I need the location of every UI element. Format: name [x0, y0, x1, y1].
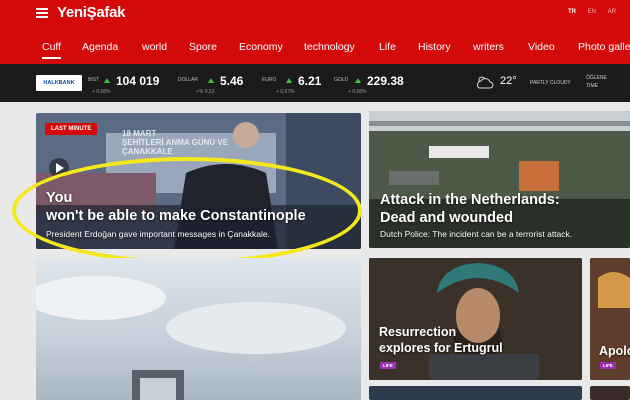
main-nav: Cuff Agenda world Spore Economy technolo…	[0, 28, 630, 64]
site-logo[interactable]: YeniŞafak	[57, 4, 125, 21]
nav-item-photo-gallery[interactable]: Photo galle	[578, 41, 630, 53]
up-arrow-icon	[208, 78, 214, 83]
ticker-value: 6.21	[298, 74, 322, 88]
netherlands-title: Attack in the Netherlands: Dead and woun…	[380, 192, 560, 226]
ticker-change: + 0,67%	[276, 89, 295, 95]
lang-tr[interactable]: TR	[568, 9, 576, 15]
ticker-label: EURO	[262, 77, 277, 83]
nav-item-life[interactable]: Life	[379, 41, 396, 53]
netherlands-photo	[369, 111, 630, 248]
prayer-time-label: ÖĞLENE	[586, 75, 607, 81]
highlight-annotation	[12, 157, 362, 264]
ticker-label: BIST	[88, 77, 100, 83]
ticker-value: 104 019	[116, 74, 160, 88]
netherlands-subtitle: Dutch Police: The incident can be a terr…	[380, 229, 573, 239]
nav-item-economy[interactable]: Economy	[239, 41, 283, 53]
nav-item-agenda[interactable]: Agenda	[82, 41, 118, 53]
news-card-next[interactable]	[369, 386, 582, 400]
nav-item-world[interactable]: world	[142, 41, 167, 53]
partly-cloudy-icon	[477, 76, 494, 89]
nav-item-technology[interactable]: technology	[304, 41, 355, 53]
life-badge: LIFE	[600, 362, 616, 369]
language-switcher: TR EN AR	[558, 9, 616, 15]
ticker-change: +% 0,53	[196, 89, 215, 95]
last-minute-badge: LAST MINUTE	[45, 123, 98, 135]
ticker-value: 5.46	[220, 74, 244, 88]
ticker-change: + 0,68%	[348, 89, 367, 95]
prayer-time-sub: TIME	[586, 83, 598, 89]
ticker-label: GOLD	[334, 77, 349, 83]
news-card-next-2[interactable]	[590, 386, 630, 400]
nav-item-video[interactable]: Video	[528, 41, 555, 53]
nav-item-spore[interactable]: Spore	[189, 41, 217, 53]
news-card-netherlands[interactable]: Attack in the Netherlands: Dead and woun…	[369, 111, 630, 248]
nav-item-history[interactable]: History	[418, 41, 451, 53]
prayer-time[interactable]: ÖĞLENE TIME	[586, 74, 607, 90]
news-card-apolo[interactable]: Apolo LIFE	[590, 258, 630, 380]
news-card-monument[interactable]	[36, 258, 361, 400]
news-card-resurrection[interactable]: Resurrection explores for Ertugrul LIFE	[369, 258, 582, 380]
up-arrow-icon	[286, 78, 292, 83]
top-bar: YeniŞafak TR EN AR	[0, 0, 630, 28]
halkbank-logo[interactable]: HALKBANK	[36, 75, 82, 91]
resurrection-photo	[369, 258, 582, 380]
lang-ar[interactable]: AR	[608, 9, 616, 15]
weather-description: PARTLY CLOUDY	[530, 80, 571, 86]
ticker-change: + 0,68%	[92, 89, 111, 95]
ticker-label: DOLLAR	[178, 77, 199, 83]
life-badge: LIFE	[380, 362, 396, 369]
resurrection-title: Resurrection explores for Ertugrul	[379, 325, 503, 355]
up-arrow-icon	[104, 78, 110, 83]
up-arrow-icon	[355, 78, 361, 83]
nav-item-cuff[interactable]: Cuff	[42, 41, 62, 59]
ticker-value: 229.38	[367, 74, 404, 88]
banner-text: 18 MART ŞEHİTLERİ ANMA GÜNÜ VE ÇANAKKALE	[122, 129, 229, 156]
apolo-title: Apolo	[599, 344, 630, 358]
hamburger-menu-icon[interactable]	[36, 8, 48, 18]
weather-temperature: 22°	[500, 75, 517, 87]
nav-item-writers[interactable]: writers	[473, 41, 504, 53]
lang-en[interactable]: EN	[588, 9, 596, 15]
monument-photo	[36, 276, 346, 400]
